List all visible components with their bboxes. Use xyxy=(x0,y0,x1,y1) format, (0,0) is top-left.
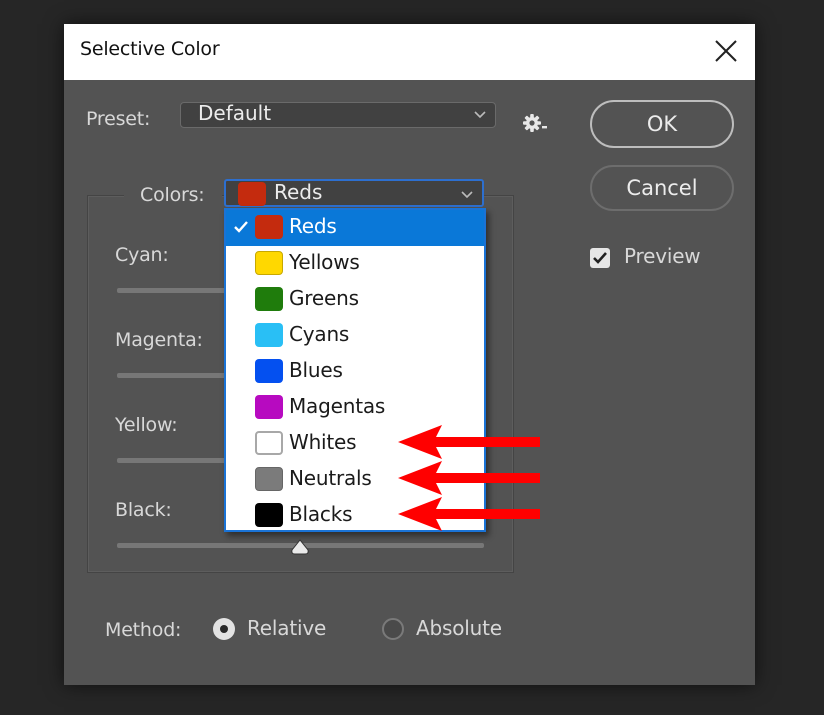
option-label: Greens xyxy=(289,286,359,310)
option-label: Reds xyxy=(289,214,337,238)
blues-swatch xyxy=(255,359,283,383)
gear-icon xyxy=(523,114,547,132)
checkmark-icon xyxy=(593,252,607,264)
cyans-swatch xyxy=(255,323,283,347)
option-label: Blacks xyxy=(289,502,353,526)
slider-label-magenta: Magenta: xyxy=(115,329,203,351)
preset-value: Default xyxy=(198,101,272,125)
option-label: Whites xyxy=(289,430,357,454)
red-arrow-blacks-annotation xyxy=(398,497,540,531)
colors-value-swatch xyxy=(238,182,266,206)
ok-button[interactable]: OK xyxy=(590,100,734,148)
option-label: Cyans xyxy=(289,322,350,346)
method-relative-label: Relative xyxy=(247,616,327,640)
cancel-button[interactable]: Cancel xyxy=(590,165,734,211)
preview-label: Preview xyxy=(624,244,701,268)
method-absolute-label: Absolute xyxy=(416,616,502,640)
black-slider-thumb[interactable] xyxy=(289,538,311,556)
method-relative-radio[interactable] xyxy=(213,618,235,640)
option-label: Blues xyxy=(289,358,343,382)
magentas-swatch xyxy=(255,395,283,419)
close-button[interactable] xyxy=(711,36,741,66)
yellows-swatch xyxy=(255,251,283,275)
red-arrow-neutrals-annotation xyxy=(398,461,540,495)
red-arrow-whites-annotation xyxy=(398,425,540,459)
selective-color-dialog: Selective Color Preset: Default Colors: … xyxy=(64,24,755,685)
slider-label-black: Black: xyxy=(115,499,172,521)
chevron-down-icon xyxy=(474,111,486,119)
preset-label: Preset: xyxy=(86,108,151,130)
chevron-down-icon xyxy=(461,191,473,199)
slider-label-yellow: Yellow: xyxy=(115,414,178,436)
colors-value: Reds xyxy=(274,180,323,204)
checkmark-icon xyxy=(234,221,248,233)
whites-swatch xyxy=(255,431,283,455)
title-bar: Selective Color xyxy=(64,24,755,80)
close-x-icon xyxy=(715,40,737,62)
greens-swatch xyxy=(255,287,283,311)
preset-settings-button[interactable] xyxy=(522,112,552,134)
preview-checkbox[interactable] xyxy=(590,248,610,268)
option-label: Yellows xyxy=(289,250,360,274)
neutrals-swatch xyxy=(255,467,283,491)
option-label: Magentas xyxy=(289,394,386,418)
reds-swatch xyxy=(255,215,283,239)
colors-option-magentas[interactable]: Magentas xyxy=(226,390,484,426)
colors-option-blues[interactable]: Blues xyxy=(226,354,484,390)
colors-option-cyans[interactable]: Cyans xyxy=(226,318,484,354)
method-absolute-radio[interactable] xyxy=(382,618,404,640)
colors-select[interactable]: Reds xyxy=(224,179,484,207)
colors-label: Colors: xyxy=(140,184,205,206)
colors-option-greens[interactable]: Greens xyxy=(226,282,484,318)
method-label: Method: xyxy=(105,619,182,641)
colors-option-yellows[interactable]: Yellows xyxy=(226,246,484,282)
colors-option-reds[interactable]: Reds xyxy=(226,210,484,246)
blacks-swatch xyxy=(255,503,283,527)
slider-label-cyan: Cyan: xyxy=(115,244,169,266)
dialog-title: Selective Color xyxy=(80,38,220,60)
preset-select[interactable]: Default xyxy=(180,101,496,128)
option-label: Neutrals xyxy=(289,466,372,490)
